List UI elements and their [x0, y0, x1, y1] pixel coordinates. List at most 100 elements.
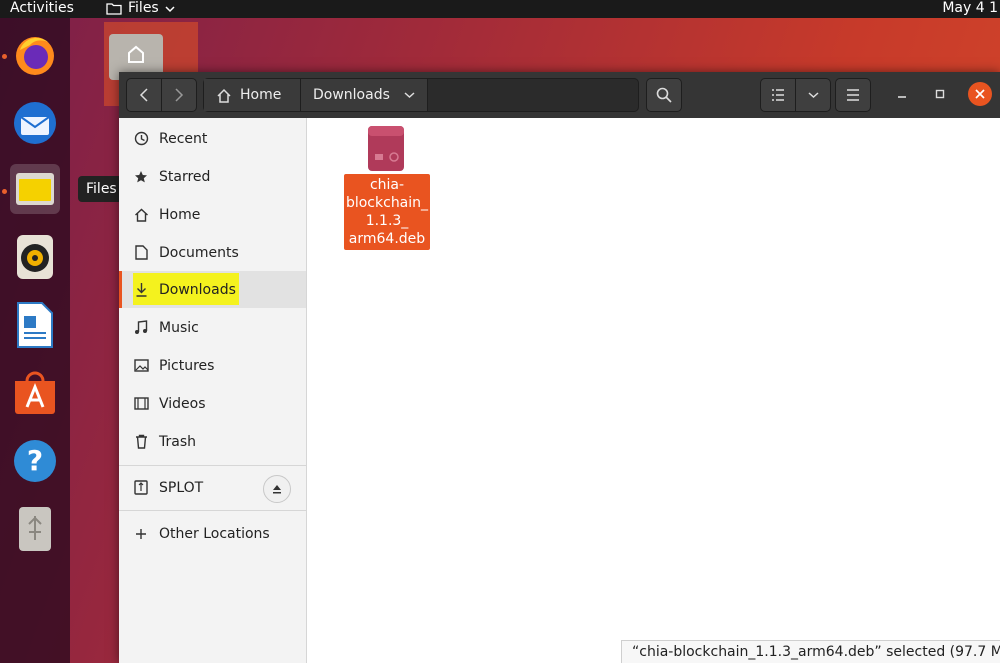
search-icon	[656, 87, 672, 103]
music-icon	[133, 320, 149, 335]
breadcrumb-home[interactable]: Home	[204, 79, 301, 111]
activities-button[interactable]: Activities	[10, 0, 74, 17]
file-name-line: chia-	[369, 177, 405, 193]
sidebar-item-label: Starred	[159, 168, 211, 185]
running-indicator	[2, 54, 7, 59]
clock[interactable]: May 4 1	[942, 0, 1000, 17]
running-indicator	[2, 189, 7, 194]
chevron-down-icon	[404, 92, 415, 99]
minimize-button[interactable]	[890, 82, 914, 106]
chevron-right-icon	[175, 88, 184, 102]
home-icon	[133, 208, 149, 222]
list-view-icon	[772, 89, 784, 101]
sidebar-item-label: Trash	[159, 433, 196, 450]
sidebar-item-label: Documents	[159, 244, 239, 261]
eject-button[interactable]	[263, 475, 291, 503]
places-sidebar: Recent Starred Home Documents Downloads …	[119, 118, 307, 663]
main-menu-button[interactable]	[835, 78, 871, 112]
sidebar-item-label: Pictures	[159, 357, 215, 374]
firefox-launcher[interactable]	[10, 30, 60, 80]
navigation-buttons	[126, 78, 197, 112]
clock-icon	[133, 131, 149, 146]
close-icon	[975, 89, 985, 99]
chevron-down-icon	[165, 5, 175, 12]
list-view-button[interactable]	[761, 79, 796, 111]
sidebar-item-music[interactable]: Music	[119, 309, 306, 346]
sidebar-item-documents[interactable]: Documents	[119, 234, 306, 271]
svg-text:?: ?	[27, 444, 43, 477]
chevron-down-icon	[808, 92, 818, 99]
forward-button[interactable]	[162, 79, 196, 111]
sidebar-item-videos[interactable]: Videos	[119, 385, 306, 422]
sidebar-item-label: Downloads	[159, 281, 236, 298]
speaker-icon	[17, 235, 53, 279]
file-name-line: 1.1.3_	[365, 213, 409, 229]
close-button[interactable]	[968, 82, 992, 106]
writer-launcher[interactable]	[10, 300, 60, 350]
search-button[interactable]	[646, 78, 682, 112]
sidebar-item-home[interactable]: Home	[119, 196, 306, 233]
star-icon	[133, 170, 149, 184]
plus-icon	[133, 528, 149, 540]
sidebar-item-label: Home	[159, 206, 201, 223]
deb-package-icon	[368, 126, 404, 171]
app-store-icon	[15, 371, 55, 414]
sidebar-separator	[119, 510, 306, 511]
sidebar-item-pictures[interactable]: Pictures	[119, 347, 306, 384]
view-options	[760, 78, 831, 112]
breadcrumb-current[interactable]: Downloads	[301, 79, 428, 111]
sidebar-item-downloads[interactable]: Downloads	[119, 271, 306, 308]
sidebar-item-starred[interactable]: Starred	[119, 158, 306, 195]
file-view: chia- blockchain_ 1.1.3_ arm64.deb	[307, 118, 1000, 663]
header-bar: Home Downloads	[119, 72, 1000, 118]
sidebar-item-label: Videos	[159, 395, 206, 412]
eject-icon	[273, 485, 281, 494]
back-button[interactable]	[127, 79, 162, 111]
sidebar-item-label: Recent	[159, 130, 208, 147]
sidebar-separator	[119, 465, 306, 466]
download-icon	[133, 282, 149, 297]
document-icon	[133, 245, 149, 260]
file-name-label: chia- blockchain_ 1.1.3_ arm64.deb	[344, 174, 430, 250]
sidebar-item-trash[interactable]: Trash	[119, 423, 306, 460]
selection-status: “chia-blockchain_1.1.3_arm64.deb” select…	[621, 640, 1000, 663]
dock: ?	[0, 18, 70, 663]
rhythmbox-launcher[interactable]	[10, 232, 60, 282]
minimize-icon	[898, 96, 906, 98]
writer-document-icon	[17, 302, 53, 348]
picture-icon	[133, 359, 149, 372]
video-icon	[133, 397, 149, 410]
app-menu-label: Files	[128, 0, 159, 16]
help-icon: ?	[14, 440, 56, 482]
path-bar: Home Downloads	[203, 78, 639, 112]
firefox-icon	[16, 37, 54, 75]
files-launcher[interactable]	[10, 164, 60, 214]
help-launcher[interactable]: ?	[10, 436, 60, 486]
breadcrumb-home-label: Home	[240, 87, 282, 103]
folder-icon	[106, 3, 122, 15]
maximize-button[interactable]	[928, 82, 952, 106]
software-launcher[interactable]	[10, 368, 60, 418]
breadcrumb-current-label: Downloads	[313, 87, 390, 103]
file-name-line: blockchain_	[345, 195, 429, 211]
usb-drive-icon	[133, 480, 149, 495]
home-icon	[217, 88, 231, 103]
usb-drive-launcher[interactable]	[10, 504, 60, 554]
sidebar-item-recent[interactable]: Recent	[119, 120, 306, 157]
chevron-left-icon	[139, 88, 148, 102]
app-menu[interactable]: Files	[106, 0, 175, 17]
sidebar-item-label: Other Locations	[159, 525, 270, 542]
file-name-line: arm64.deb	[348, 231, 426, 247]
thunderbird-icon	[14, 102, 56, 144]
folder-icon	[16, 173, 54, 205]
usb-drive-icon	[19, 507, 51, 551]
top-bar: Activities Files May 4 1	[0, 0, 1000, 18]
maximize-icon	[935, 89, 945, 99]
files-window: Home Downloads Recent Starred Home Docum…	[119, 72, 1000, 663]
trash-icon	[133, 434, 149, 449]
sidebar-item-other-locations[interactable]: Other Locations	[119, 515, 306, 552]
view-menu-button[interactable]	[796, 79, 830, 111]
dock-tooltip: Files	[78, 176, 125, 202]
thunderbird-launcher[interactable]	[10, 98, 60, 148]
sidebar-item-label: Music	[159, 319, 199, 336]
